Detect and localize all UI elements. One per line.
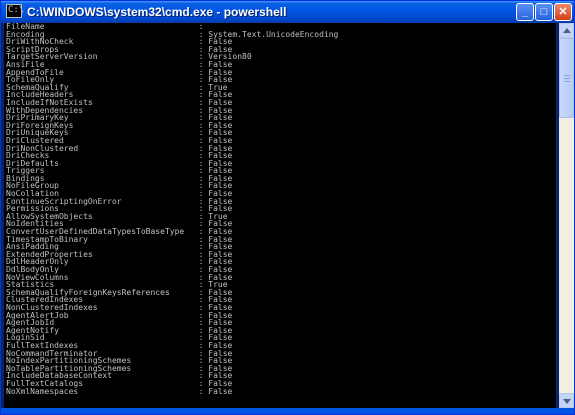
console-line: NoXmlNamespaces : False xyxy=(6,386,233,396)
grip-line xyxy=(564,78,570,79)
grip-line xyxy=(564,81,570,82)
scroll-thumb[interactable] xyxy=(559,38,574,118)
grip-line xyxy=(564,75,570,76)
cmd-console-icon[interactable]: C:\ xyxy=(6,4,25,18)
cmd-icon-text: C:\ xyxy=(8,5,25,15)
console-output[interactable]: FileName : Encoding : System.Text.Unicode… xyxy=(4,23,556,408)
down-arrow-icon xyxy=(563,399,571,404)
scroll-down-button[interactable] xyxy=(559,393,574,408)
maximize-button[interactable]: □ xyxy=(535,3,553,21)
close-button[interactable]: ✕ xyxy=(554,3,572,21)
window-bottom-border xyxy=(1,408,574,414)
title-bar[interactable]: C:\ C:\WINDOWS\system32\cmd.exe - powers… xyxy=(1,1,574,23)
minimize-button[interactable]: _ xyxy=(516,3,534,21)
vertical-scrollbar[interactable] xyxy=(559,23,574,408)
scroll-up-button[interactable] xyxy=(559,23,574,38)
up-arrow-icon xyxy=(563,28,571,33)
console-window: C:\ C:\WINDOWS\system32\cmd.exe - powers… xyxy=(0,0,575,415)
window-title: C:\WINDOWS\system32\cmd.exe - powershell xyxy=(27,5,287,19)
